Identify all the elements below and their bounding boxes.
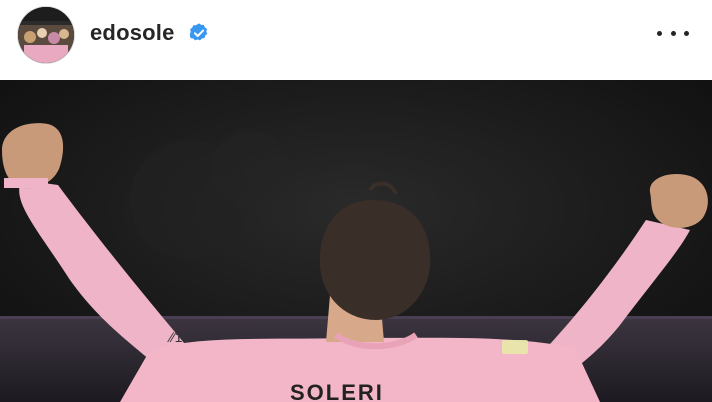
avatar[interactable] <box>18 7 74 63</box>
jersey-badge-left: ∕∕1 <box>167 329 183 345</box>
post-header: edosole <box>0 0 712 80</box>
post-photo[interactable]: SOLERI ∕∕1 <box>0 80 712 402</box>
more-options-icon[interactable] <box>657 22 689 44</box>
jersey-name: SOLERI <box>290 380 384 402</box>
more-dot <box>670 30 676 36</box>
more-dot <box>657 30 662 36</box>
post-photo-image: SOLERI ∕∕1 <box>0 80 712 402</box>
verified-badge-icon <box>188 22 210 44</box>
more-dot <box>684 30 689 36</box>
username-link[interactable]: edosole <box>90 20 175 46</box>
avatar-image <box>18 7 74 63</box>
